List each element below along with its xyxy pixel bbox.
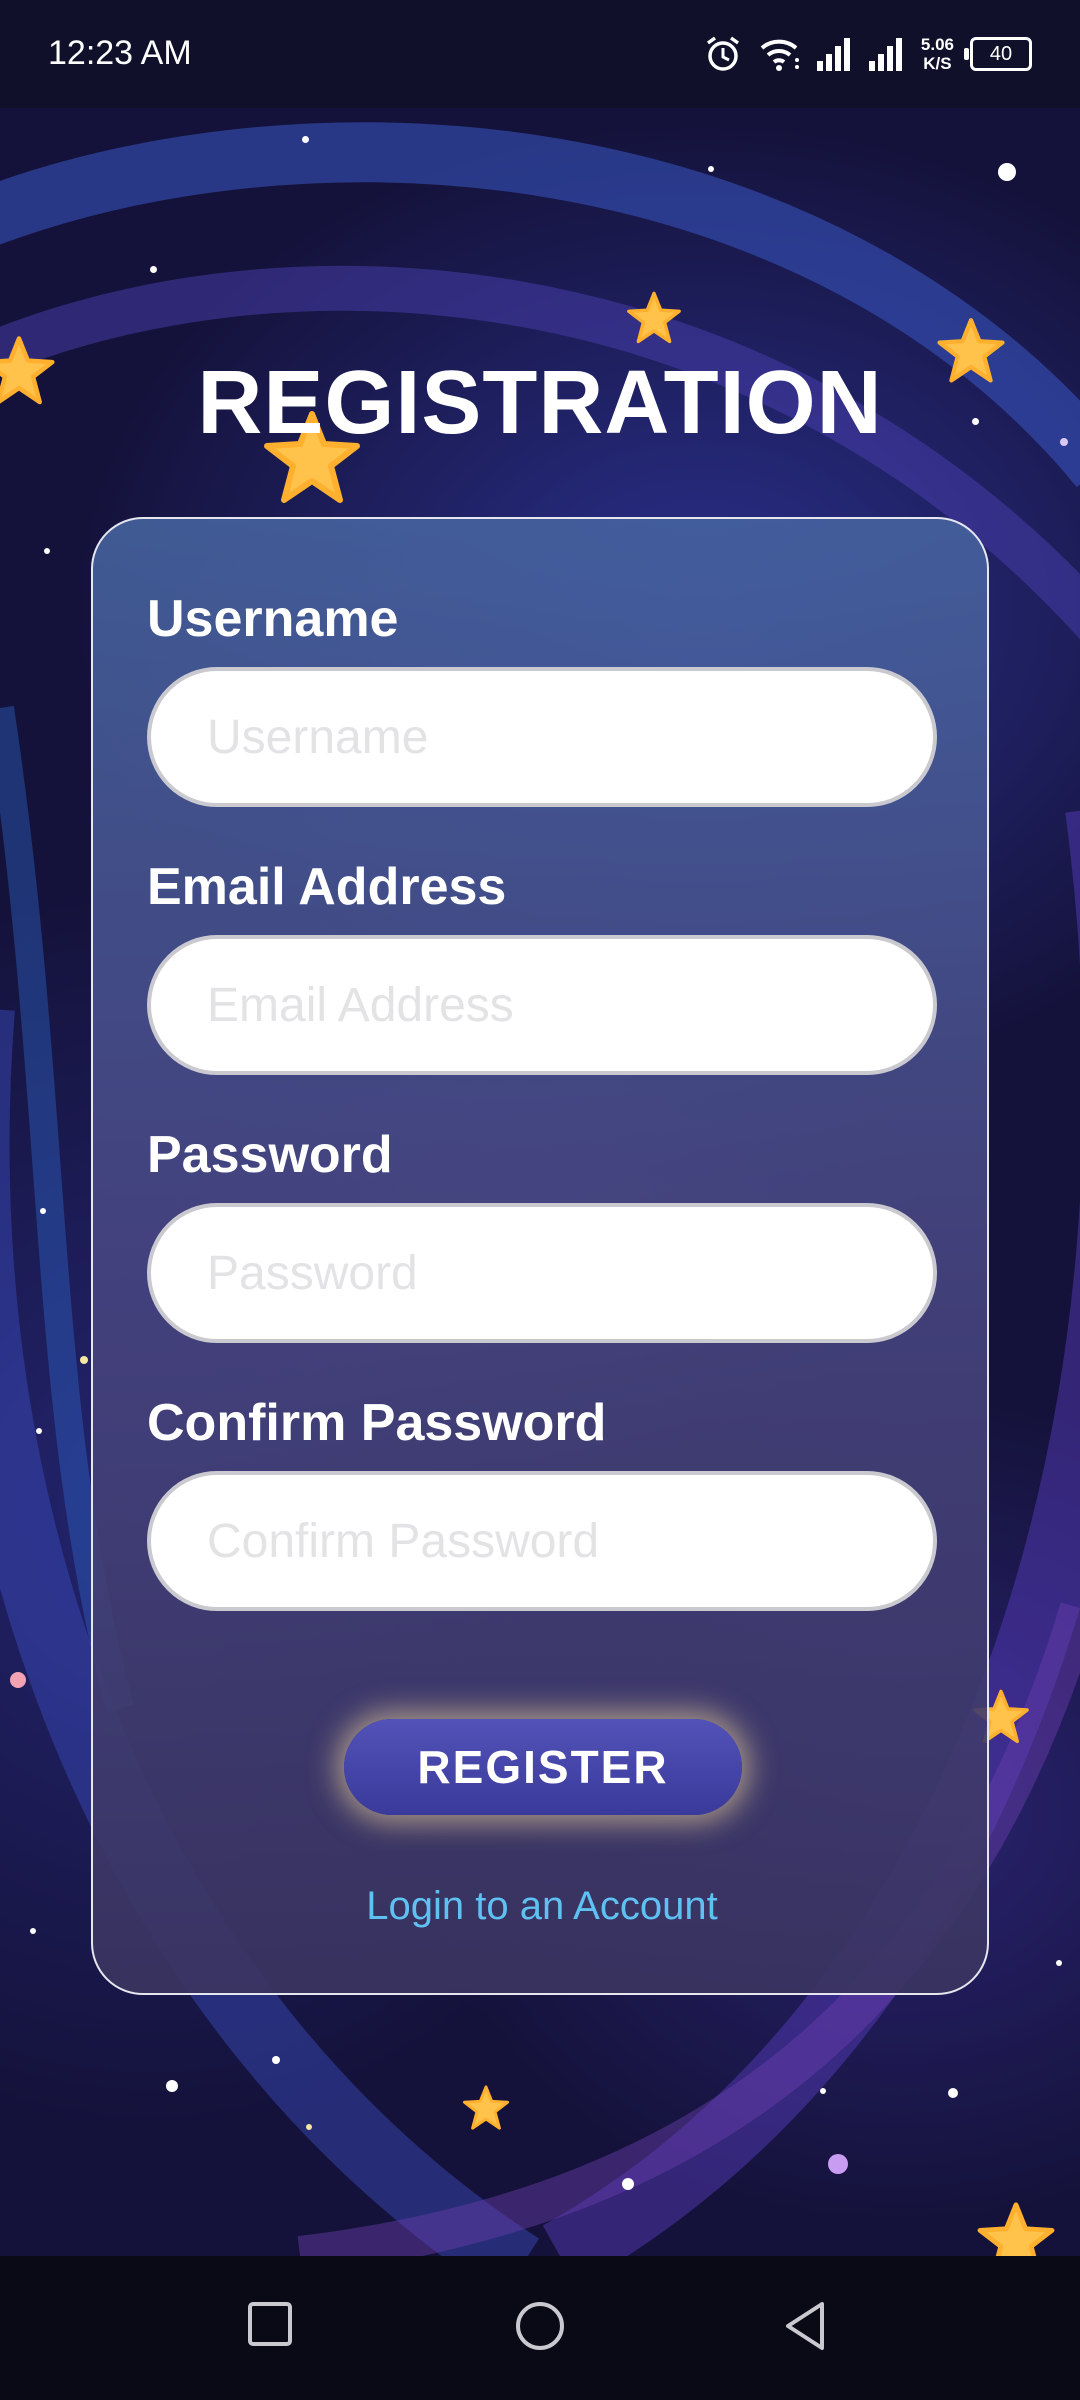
star-dot [1056,1960,1062,1966]
signal-icon [868,37,905,71]
home-icon[interactable] [514,2300,566,2352]
password-label: Password [147,1126,393,1184]
star-dot [166,2080,178,2092]
page-title: REGISTRATION [197,353,883,453]
confirm-password-label: Confirm Password [147,1394,607,1452]
signal-icon [816,37,853,71]
star-dot [30,1928,36,1934]
username-label: Username [147,590,399,648]
star-dot [10,1672,26,1688]
network-speed-unit: K/S [923,54,952,73]
star-dot [820,2088,826,2094]
registration-card: Username Email Address Password Confirm … [91,517,989,1995]
status-icons: 5.06 K/S 40 [703,30,1032,78]
email-input[interactable] [147,935,937,1075]
star-dot [828,2154,848,2174]
navigation-bar [0,2256,1080,2400]
register-button[interactable]: REGISTER [344,1719,742,1815]
star-icon [977,2202,1055,2256]
star-dot [150,266,157,273]
star-dot [44,548,50,554]
star-dot [36,1428,42,1434]
alarm-icon [703,34,743,74]
star-dot [80,1356,88,1364]
login-link[interactable]: Login to an Account [93,1884,991,1929]
star-dot [998,163,1016,181]
star-dot [306,2124,312,2130]
star-icon [462,2085,510,2130]
star-icon [627,291,681,344]
password-input[interactable] [147,1203,937,1343]
star-dot [272,2056,280,2064]
recent-apps-icon[interactable] [246,2300,294,2348]
status-time: 12:23 AM [48,34,192,72]
back-icon[interactable] [782,2300,830,2352]
network-speed: 5.06 K/S [921,35,954,73]
battery-indicator: 40 [964,37,1032,71]
username-input[interactable] [147,667,937,807]
star-dot [708,166,714,172]
star-dot [948,2088,958,2098]
confirm-password-input[interactable] [147,1471,937,1611]
star-dot [302,136,309,143]
star-dot [622,2178,634,2190]
wifi-icon [759,36,801,72]
status-bar: 12:23 AM 5.06 K/S 40 [0,0,1080,108]
star-dot [40,1208,46,1214]
email-label: Email Address [147,858,507,916]
network-speed-value: 5.06 [920,35,954,54]
